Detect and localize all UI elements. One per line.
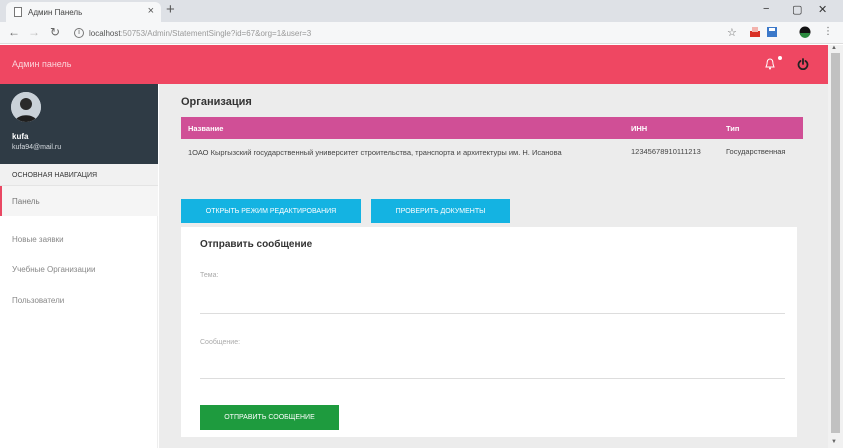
sidebar-item-organizations[interactable]: Учебные Организации (0, 254, 158, 284)
column-name-header: Название (188, 124, 224, 133)
bookmark-star-icon[interactable]: ☆ (727, 26, 737, 39)
subject-input[interactable] (200, 282, 785, 314)
sidebar-item-new-requests[interactable]: Новые заявки (0, 224, 158, 254)
close-window-button[interactable]: ✕ (818, 3, 827, 16)
send-message-button[interactable]: ОТПРАВИТЬ СООБЩЕНИЕ (200, 405, 339, 430)
subject-label: Тема: (200, 272, 219, 279)
browser-tab-bar: Админ Панель × + − ▢ ✕ (0, 0, 843, 22)
address-bar: ← → ↻ i localhost :50753/Admin/Statement… (0, 22, 843, 44)
back-arrow-icon[interactable]: ← (8, 25, 20, 39)
url-input[interactable]: i localhost :50753/Admin/StatementSingle… (74, 25, 714, 41)
user-profile-panel: kufa kufa94@mail.ru (0, 84, 158, 164)
main-content: Организация Название ИНН Тип 1ОАО Кыргыз… (159, 84, 828, 448)
scrollbar-thumb[interactable] (831, 53, 840, 433)
open-edit-mode-button[interactable]: ОТКРЫТЬ РЕЖИМ РЕДАКТИРОВАНИЯ (181, 199, 361, 223)
check-documents-button[interactable]: ПРОВЕРИТЬ ДОКУМЕНТЫ (371, 199, 510, 223)
new-tab-button[interactable]: + (166, 1, 175, 18)
brand-title[interactable]: Админ панель (12, 59, 71, 69)
user-email: kufa94@mail.ru (12, 144, 62, 151)
scroll-up-arrow-icon[interactable]: ▲ (831, 45, 837, 51)
send-message-card: Отправить сообщение Тема: Сообщение: ОТП… (181, 227, 797, 437)
notification-dot (778, 56, 782, 60)
forward-arrow-icon[interactable]: → (28, 25, 40, 39)
sidebar-nav-heading: ОСНОВНАЯ НАВИГАЦИЯ (0, 164, 158, 186)
cell-org-name: 1ОАО Кыргызский государственный универси… (188, 148, 562, 157)
url-path: :50753/Admin/StatementSingle?id=67&org=1… (120, 28, 312, 38)
sidebar-item-users[interactable]: Пользователи (0, 285, 158, 315)
message-label: Сообщение: (200, 339, 241, 346)
browser-menu-icon[interactable]: ⋮ (823, 26, 833, 37)
table-row: 1ОАО Кыргызский государственный универси… (181, 139, 803, 183)
sidebar: kufa kufa94@mail.ru ОСНОВНАЯ НАВИГАЦИЯ П… (0, 84, 158, 448)
app-header: Админ панель (0, 45, 828, 84)
cell-org-inn: 12345678910111213 (631, 147, 701, 156)
profile-extension-icon[interactable] (799, 26, 811, 38)
save-extension-icon[interactable] (766, 26, 778, 38)
reload-icon[interactable]: ↻ (50, 25, 60, 39)
url-host: localhost (89, 28, 121, 38)
cell-org-type: Государственная (726, 147, 786, 156)
sidebar-item-dashboard[interactable]: Панель (0, 186, 158, 216)
table-header: Название ИНН Тип (181, 117, 803, 139)
column-type-header: Тип (726, 124, 740, 133)
message-input[interactable] (200, 349, 785, 379)
power-icon[interactable] (797, 58, 809, 70)
maximize-button[interactable]: ▢ (792, 3, 802, 16)
notification-bell-icon[interactable] (765, 58, 775, 70)
browser-tab[interactable]: Админ Панель × (6, 2, 161, 22)
column-inn-header: ИНН (631, 124, 648, 133)
minimize-button[interactable]: − (763, 3, 769, 15)
pdf-extension-icon[interactable] (749, 26, 761, 38)
user-name: kufa (12, 132, 29, 141)
page-title: Организация (181, 96, 252, 108)
scroll-down-arrow-icon[interactable]: ▼ (831, 439, 837, 445)
tab-title: Админ Панель (28, 7, 83, 17)
message-form-title: Отправить сообщение (200, 239, 313, 250)
organization-table: Название ИНН Тип 1ОАО Кыргызский государ… (181, 117, 803, 183)
page-scrollbar[interactable]: ▲ ▼ (828, 45, 843, 448)
page-icon (14, 7, 22, 17)
tab-close-icon[interactable]: × (148, 5, 154, 17)
avatar[interactable] (11, 92, 41, 122)
info-icon[interactable]: i (74, 28, 84, 38)
